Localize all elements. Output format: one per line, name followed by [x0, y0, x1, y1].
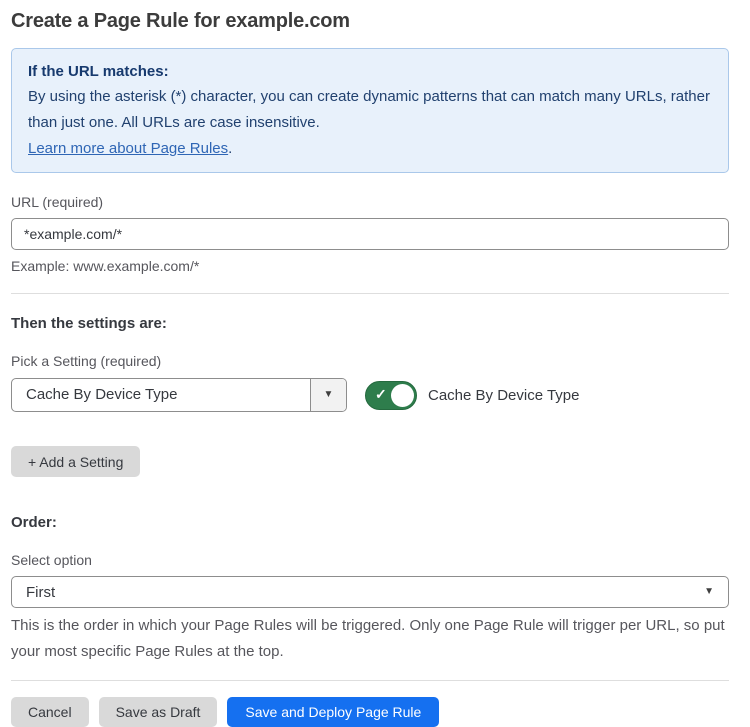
setting-select-value: Cache By Device Type: [12, 379, 310, 411]
footer-actions: Cancel Save as Draft Save and Deploy Pag…: [11, 697, 729, 727]
order-helper: This is the order in which your Page Rul…: [11, 613, 729, 665]
toggle-knob: [391, 384, 414, 407]
cancel-button[interactable]: Cancel: [11, 697, 89, 727]
save-draft-button[interactable]: Save as Draft: [99, 697, 218, 727]
setting-toggle[interactable]: ✓: [365, 381, 417, 410]
info-box-body: By using the asterisk (*) character, you…: [28, 84, 712, 136]
select-option-label: Select option: [11, 552, 729, 568]
save-deploy-button[interactable]: Save and Deploy Page Rule: [227, 697, 439, 727]
chevron-down-icon: ▼: [704, 587, 714, 597]
setting-row: Cache By Device Type ▼ ✓ Cache By Device…: [11, 378, 729, 412]
section-divider: [11, 293, 729, 294]
setting-select-arrow-button[interactable]: ▼: [310, 379, 346, 411]
footer-divider: [11, 680, 729, 681]
info-box-link-line: Learn more about Page Rules.: [28, 136, 712, 161]
info-box-heading: If the URL matches:: [28, 59, 712, 84]
chevron-down-icon: ▼: [324, 390, 334, 400]
check-icon: ✓: [375, 386, 387, 403]
url-example-helper: Example: www.example.com/*: [11, 258, 729, 274]
page-title: Create a Page Rule for example.com: [11, 10, 729, 33]
learn-more-link[interactable]: Learn more about Page Rules: [28, 140, 228, 157]
url-match-info-box: If the URL matches: By using the asteris…: [11, 48, 729, 173]
settings-heading: Then the settings are:: [11, 315, 729, 332]
add-setting-button[interactable]: + Add a Setting: [11, 446, 140, 477]
order-select[interactable]: First ▼: [11, 576, 729, 608]
order-heading: Order:: [11, 514, 729, 531]
order-select-value: First: [26, 584, 55, 601]
pick-setting-label: Pick a Setting (required): [11, 353, 729, 369]
setting-select[interactable]: Cache By Device Type ▼: [11, 378, 347, 412]
create-page-rule-form: Create a Page Rule for example.com If th…: [0, 0, 750, 688]
setting-toggle-label: Cache By Device Type: [428, 387, 579, 404]
url-input[interactable]: [11, 218, 729, 250]
url-label: URL (required): [11, 194, 729, 210]
link-period: .: [228, 140, 232, 157]
